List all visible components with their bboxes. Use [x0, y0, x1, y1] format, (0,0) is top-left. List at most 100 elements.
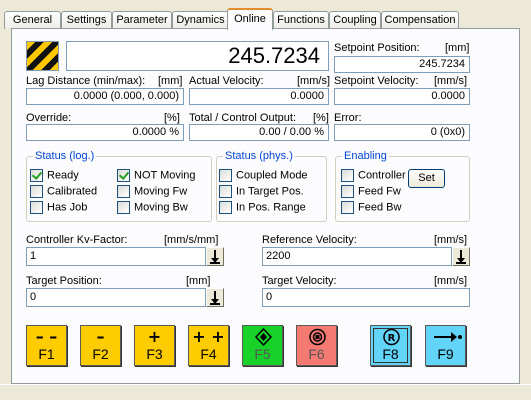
- checkbox-unchecked-icon: [341, 169, 354, 182]
- checkbox-moving-fw[interactable]: Moving Fw: [117, 185, 187, 199]
- tab-online[interactable]: Online: [227, 8, 273, 30]
- override-field: 0.0000 %: [26, 124, 184, 141]
- checkbox-label: In Target Pos.: [236, 185, 304, 198]
- checkbox-label: Ready: [47, 169, 79, 182]
- f2-backward-button[interactable]: – F2: [80, 325, 121, 366]
- arrow-down-icon: [456, 250, 466, 264]
- checkbox-label: Moving Fw: [134, 185, 188, 198]
- controller-kv-apply-button[interactable]: [206, 247, 224, 266]
- checkbox-unchecked-icon: [219, 169, 232, 182]
- tab-compensation[interactable]: Compensation: [381, 11, 459, 29]
- f8-reset-button[interactable]: R F8: [370, 325, 411, 366]
- actual-velocity-label: Actual Velocity:: [189, 75, 264, 87]
- checkbox-label: Coupled Mode: [236, 169, 308, 182]
- target-velocity-unit: [mm/s]: [434, 275, 467, 287]
- f2-label: F2: [92, 346, 109, 362]
- checkbox-label: NOT Moving: [134, 169, 196, 182]
- checkbox-label: Feed Fw: [358, 185, 401, 198]
- reset-icon: R: [383, 328, 400, 346]
- move-to-target-icon: [434, 332, 462, 342]
- reference-velocity-apply-button[interactable]: [452, 247, 470, 266]
- stop-circle-icon: [309, 328, 326, 346]
- f9-move-to-target-button[interactable]: F9: [425, 325, 466, 366]
- tab-settings[interactable]: Settings: [61, 11, 112, 29]
- online-panel: 245.7234 Setpoint Position: [mm] 245.723…: [11, 28, 520, 384]
- f5-label: F5: [254, 346, 271, 362]
- f1-label: F1: [38, 346, 55, 362]
- checkbox-feed-bw[interactable]: Feed Bw: [341, 201, 401, 215]
- checkbox-not-moving[interactable]: NOT Moving: [117, 169, 196, 183]
- checkbox-label: In Pos. Range: [236, 201, 306, 214]
- controller-kv-input[interactable]: 1: [26, 247, 206, 266]
- target-velocity-input[interactable]: 0: [262, 288, 470, 307]
- checkbox-in-target-pos[interactable]: In Target Pos.: [219, 185, 304, 199]
- reset-symbol: R: [388, 333, 396, 344]
- f1-fast-backward-button[interactable]: – – F1: [26, 325, 67, 366]
- checkbox-ready[interactable]: Ready: [30, 169, 79, 183]
- set-button[interactable]: Set: [408, 169, 445, 188]
- tab-general[interactable]: General: [4, 11, 61, 29]
- arrow-down-icon: [210, 250, 220, 264]
- tab-strip: General Settings Parameter Dynamics Onli…: [2, 0, 529, 30]
- setpoint-position-label: Setpoint Position:: [334, 42, 420, 54]
- actual-velocity-field: 0.0000: [189, 88, 329, 105]
- setpoint-velocity-label: Setpoint Velocity:: [334, 75, 419, 87]
- checkbox-label: Feed Bw: [358, 201, 402, 214]
- backward-icon: –: [96, 327, 105, 346]
- target-position-unit: [mm]: [186, 275, 211, 287]
- reference-velocity-unit: [mm/s]: [434, 234, 467, 246]
- f5-start-button[interactable]: F5: [242, 325, 283, 366]
- setpoint-position-field: 245.7234: [334, 56, 470, 73]
- enabling-title: Enabling: [342, 149, 389, 163]
- fast-backward-icon: – –: [35, 327, 58, 346]
- checkbox-unchecked-icon: [30, 185, 43, 198]
- checkbox-checked-icon: [30, 169, 43, 182]
- f4-fast-forward-button[interactable]: + + F4: [188, 325, 229, 366]
- checkbox-checked-icon: [117, 169, 130, 182]
- arrow-down-icon: [210, 291, 220, 305]
- checkbox-calibrated[interactable]: Calibrated: [30, 185, 97, 199]
- target-position-label: Target Position:: [26, 275, 102, 287]
- checkbox-label: Has Job: [47, 201, 88, 214]
- tab-functions[interactable]: Functions: [273, 11, 329, 29]
- f3-forward-button[interactable]: + F3: [134, 325, 175, 366]
- checkbox-in-pos-range[interactable]: In Pos. Range: [219, 201, 306, 215]
- f6-stop-button[interactable]: F6: [296, 325, 337, 366]
- setpoint-velocity-field: 0.0000: [334, 88, 470, 105]
- f3-label: F3: [146, 346, 163, 362]
- checkbox-label: Moving Bw: [134, 201, 188, 214]
- status-phys-title: Status (phys.): [223, 149, 295, 163]
- status-log-title: Status (log.): [33, 149, 97, 163]
- tab-parameter[interactable]: Parameter: [112, 11, 172, 29]
- f6-label: F6: [308, 346, 325, 362]
- checkbox-has-job[interactable]: Has Job: [30, 201, 87, 215]
- lag-distance-label: Lag Distance (min/max):: [26, 75, 146, 87]
- f4-label: F4: [200, 346, 217, 362]
- checkbox-unchecked-icon: [219, 201, 232, 214]
- checkbox-unchecked-icon: [341, 185, 354, 198]
- reference-velocity-input[interactable]: 2200: [262, 247, 452, 266]
- target-velocity-label: Target Velocity:: [262, 275, 337, 287]
- tab-coupling[interactable]: Coupling: [329, 11, 381, 29]
- actual-position-display: 245.7234: [66, 41, 329, 71]
- total-output-field: 0.00 / 0.00 %: [189, 124, 329, 141]
- reference-velocity-label: Reference Velocity:: [262, 234, 357, 246]
- checkbox-coupled-mode[interactable]: Coupled Mode: [219, 169, 308, 183]
- lag-distance-field: 0.0000 (0.000, 0.000): [26, 88, 184, 105]
- start-diamond-icon: [254, 328, 273, 346]
- checkbox-controller[interactable]: Controller: [341, 169, 406, 183]
- status-strip: [0, 384, 531, 400]
- checkbox-unchecked-icon: [30, 201, 43, 214]
- target-position-input[interactable]: 0: [26, 288, 206, 307]
- setpoint-position-unit: [mm]: [445, 42, 470, 54]
- tab-dynamics[interactable]: Dynamics: [172, 11, 229, 29]
- checkbox-label: Controller: [358, 169, 406, 182]
- f9-label: F9: [437, 346, 454, 362]
- checkbox-label: Calibrated: [47, 185, 98, 198]
- checkbox-feed-fw[interactable]: Feed Fw: [341, 185, 401, 199]
- lag-distance-unit: [mm]: [158, 75, 183, 87]
- target-position-apply-button[interactable]: [206, 288, 224, 307]
- checkbox-moving-bw[interactable]: Moving Bw: [117, 201, 188, 215]
- fast-forward-icon: + +: [192, 327, 225, 346]
- error-field: 0 (0x0): [334, 124, 470, 141]
